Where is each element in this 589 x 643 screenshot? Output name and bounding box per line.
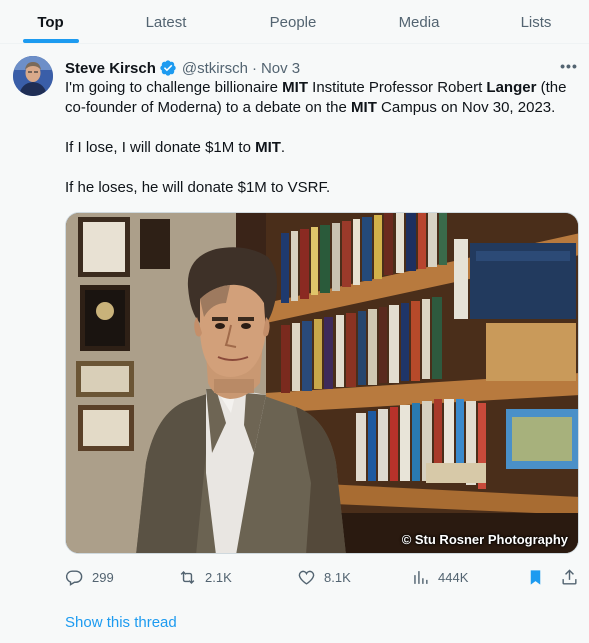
tweet[interactable]: Steve Kirsch @stkirsch · Nov 3 ••• I'm g…	[0, 44, 589, 643]
like-count: 8.1K	[324, 569, 351, 585]
reply-icon	[65, 569, 83, 586]
share-button[interactable]	[560, 564, 579, 590]
tweet-paragraph-2: If I lose, I will donate $1M to MIT.	[65, 138, 581, 158]
tweet-text-segment: Institute Professor Robert	[308, 79, 487, 96]
tab-lists-label: Lists	[520, 13, 552, 31]
avatar[interactable]	[13, 56, 53, 96]
tab-lists[interactable]: Lists	[483, 0, 589, 44]
tweet-text-bold: MIT	[255, 139, 281, 156]
tweet-text-bold: Langer	[486, 79, 537, 96]
more-icon[interactable]: •••	[558, 56, 580, 76]
tab-top-label: Top	[37, 13, 64, 31]
bookmark-button[interactable]	[526, 564, 545, 590]
views-count: 444K	[438, 569, 469, 585]
bookmark-icon	[530, 569, 541, 585]
reply-count: 299	[92, 569, 114, 585]
tweet-date[interactable]: Nov 3	[261, 60, 300, 77]
repost-icon	[180, 570, 195, 584]
tab-latest-label: Latest	[145, 13, 187, 31]
tweet-actions: 299 2.1K 8.1K 444K	[0, 564, 589, 590]
photo-credit: © Stu Rosner Photography	[401, 532, 568, 547]
tab-latest[interactable]: Latest	[101, 0, 231, 44]
tab-people[interactable]: People	[231, 0, 355, 44]
tweet-paragraph-3: If he loses, he will donate $1M to VSRF.	[65, 179, 331, 196]
like-button[interactable]: 8.1K	[297, 564, 351, 590]
tab-top[interactable]: Top	[0, 0, 101, 44]
heart-icon	[298, 570, 315, 585]
author-handle[interactable]: @stkirsch	[182, 60, 248, 77]
views-icon	[414, 570, 428, 584]
tweet-text-segment: I'm going to challenge billionaire	[65, 79, 283, 96]
repost-button[interactable]: 2.1K	[178, 564, 232, 590]
avatar-image	[13, 56, 53, 96]
tweet-text-segment: Campus on Nov 30, 2023.	[376, 99, 556, 116]
views-button[interactable]: 444K	[411, 564, 468, 590]
tweet-photo[interactable]: © Stu Rosner Photography	[65, 212, 579, 554]
photo-image	[66, 213, 578, 553]
tweet-text-segment: .	[280, 139, 286, 156]
tweet-header: Steve Kirsch @stkirsch · Nov 3	[65, 58, 300, 78]
tweet-paragraph-1: I'm going to challenge billionaire MIT I…	[65, 78, 581, 118]
tweet-text-segment: If I lose, I will donate $1M to	[65, 139, 256, 156]
active-tab-indicator	[23, 39, 79, 43]
reply-button[interactable]: 299	[65, 564, 114, 590]
tweet-text-bold: MIT	[282, 79, 308, 96]
tab-people-label: People	[269, 13, 317, 31]
share-icon	[562, 568, 577, 585]
verified-badge-icon	[159, 59, 177, 77]
timeline-tabs: Top Latest People Media Lists	[0, 0, 589, 44]
tweet-text-bold: MIT	[351, 99, 377, 116]
show-thread-link[interactable]: Show this thread	[65, 614, 177, 631]
tab-media[interactable]: Media	[355, 0, 483, 44]
repost-count: 2.1K	[205, 569, 232, 585]
separator-dot: ·	[251, 59, 257, 77]
author-name[interactable]: Steve Kirsch	[65, 60, 156, 77]
tab-media-label: Media	[398, 13, 440, 31]
